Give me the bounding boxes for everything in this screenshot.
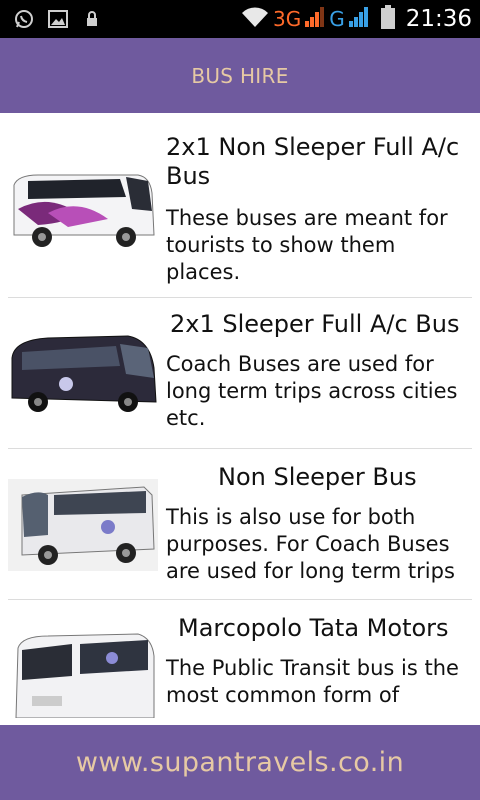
bus-image xyxy=(8,626,158,719)
signal-3g-icon xyxy=(304,6,326,32)
notification-icons xyxy=(14,9,102,29)
bus-item-text: Marcopolo Tata Motors The Public Transit… xyxy=(166,614,472,709)
bus-title: Non Sleeper Bus xyxy=(218,463,417,491)
bus-description: The Public Transit bus is the most commo… xyxy=(166,656,459,707)
bus-description: Coach Buses are used for long term trips… xyxy=(166,352,458,430)
lock-icon xyxy=(82,9,102,29)
footer-bar: www.supantravels.co.in xyxy=(0,725,480,800)
bus-item-text: 2x1 Sleeper Full A/c Bus Coach Buses are… xyxy=(166,310,472,432)
bus-title: 2x1 Sleeper Full A/c Bus xyxy=(170,310,460,338)
bus-title: 2x1 Non Sleeper Full A/c Bus xyxy=(166,133,460,190)
page-title: BUS HIRE xyxy=(191,63,289,88)
website-link[interactable]: www.supantravels.co.in xyxy=(76,747,404,778)
app-header: BUS HIRE xyxy=(0,38,480,113)
bus-list-item[interactable]: Marcopolo Tata Motors The Public Transit… xyxy=(0,600,480,725)
bus-title: Marcopolo Tata Motors xyxy=(178,614,449,642)
bus-image xyxy=(8,163,158,255)
bus-image xyxy=(8,479,158,571)
bus-item-text: Non Sleeper Bus This is also use for bot… xyxy=(166,463,472,585)
whatsapp-icon xyxy=(14,9,34,29)
network-g-label: G xyxy=(329,7,345,31)
network-3g-label: 3G xyxy=(272,7,302,31)
signal-g-icon xyxy=(348,6,370,32)
bus-list[interactable]: 2x1 Non Sleeper Full A/c Bus These buses… xyxy=(0,113,480,725)
bus-list-item[interactable]: 2x1 Non Sleeper Full A/c Bus These buses… xyxy=(0,113,480,298)
battery-icon xyxy=(380,5,395,33)
status-bar: 3G G 21:36 xyxy=(0,0,480,38)
bus-description: These buses are meant for tourists to sh… xyxy=(166,206,448,284)
bus-description: This is also use for both purposes. For … xyxy=(166,505,455,583)
bus-list-item[interactable]: Non Sleeper Bus This is also use for bot… xyxy=(0,449,480,600)
clock: 21:36 xyxy=(405,6,472,32)
bus-list-item[interactable]: 2x1 Sleeper Full A/c Bus Coach Buses are… xyxy=(0,298,480,449)
wifi-icon xyxy=(240,5,270,33)
bus-item-text: 2x1 Non Sleeper Full A/c Bus These buses… xyxy=(166,133,472,286)
bus-image xyxy=(8,328,158,420)
status-indicators: 3G G 21:36 xyxy=(240,4,472,34)
image-icon xyxy=(48,9,68,29)
